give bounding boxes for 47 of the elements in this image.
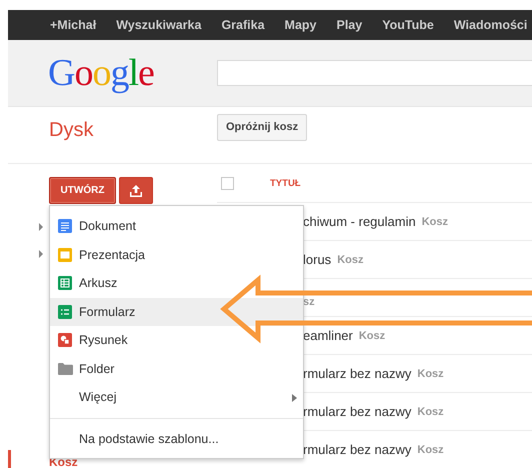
- folder-icon: [58, 362, 73, 375]
- trash-tag: Kosz: [358, 330, 386, 342]
- upload-button[interactable]: [119, 177, 153, 204]
- trash-tag: Kosz: [417, 444, 444, 456]
- menu-item[interactable]: Arkusz: [50, 269, 303, 298]
- menu-item[interactable]: Na podstawie szablonu...: [50, 424, 303, 453]
- search-field[interactable]: [217, 60, 532, 86]
- menu-item[interactable]: Dokument: [50, 212, 303, 240]
- trash-tag: Kosz: [337, 254, 364, 266]
- nav-link[interactable]: Mapy: [284, 18, 316, 32]
- file-title[interactable]: rmularz bez nazwy: [303, 442, 412, 457]
- upload-icon: [129, 184, 143, 198]
- trash-tag: Kosz: [422, 216, 448, 228]
- expand-triangle-icon[interactable]: [38, 223, 44, 231]
- nav-link[interactable]: +Michał: [50, 18, 96, 32]
- nav-link[interactable]: Wyszukiwarka: [116, 18, 202, 32]
- empty-trash-button[interactable]: Opróżnij kosz: [217, 114, 308, 140]
- file-title[interactable]: lorus: [303, 252, 332, 267]
- trash-link[interactable]: Kosz: [49, 455, 78, 468]
- nav-link[interactable]: Grafika: [221, 18, 265, 32]
- menu-item[interactable]: Prezentacja: [50, 240, 303, 269]
- form-icon: [58, 304, 72, 319]
- google-logo[interactable]: Google: [48, 54, 154, 92]
- file-title[interactable]: rmularz bez nazwy: [303, 366, 412, 381]
- submenu-caret-icon: [292, 394, 297, 402]
- file-title[interactable]: rmularz bez nazwy: [303, 404, 412, 419]
- nav-link[interactable]: Wiadomości: [454, 18, 528, 32]
- drawing-icon: [58, 333, 72, 348]
- expand-triangle-icon[interactable]: [38, 250, 44, 258]
- file-title[interactable]: eamliner: [303, 328, 353, 343]
- create-button[interactable]: UTWÓRZ: [49, 177, 116, 204]
- trash-tag: Kosz: [417, 406, 444, 418]
- select-all-checkbox[interactable]: [221, 176, 234, 190]
- spreadsheet-icon: [58, 276, 72, 290]
- nav-link[interactable]: Play: [336, 18, 362, 32]
- trash-tag: sz: [303, 296, 315, 308]
- page-title: Dysk: [49, 118, 94, 142]
- nav-link[interactable]: YouTube: [382, 18, 434, 32]
- file-title[interactable]: chiwum - regulamin: [303, 214, 416, 229]
- column-header[interactable]: TYTUŁ: [270, 178, 301, 188]
- presentation-icon: [58, 248, 72, 262]
- menu-item[interactable]: Więcej: [50, 383, 303, 412]
- menu-item[interactable]: Rysunek: [50, 326, 303, 354]
- document-icon: [58, 219, 72, 234]
- menu-item[interactable]: Folder: [50, 354, 303, 383]
- trash-tag: Kosz: [417, 368, 444, 380]
- menu-item[interactable]: Formularz: [50, 298, 303, 326]
